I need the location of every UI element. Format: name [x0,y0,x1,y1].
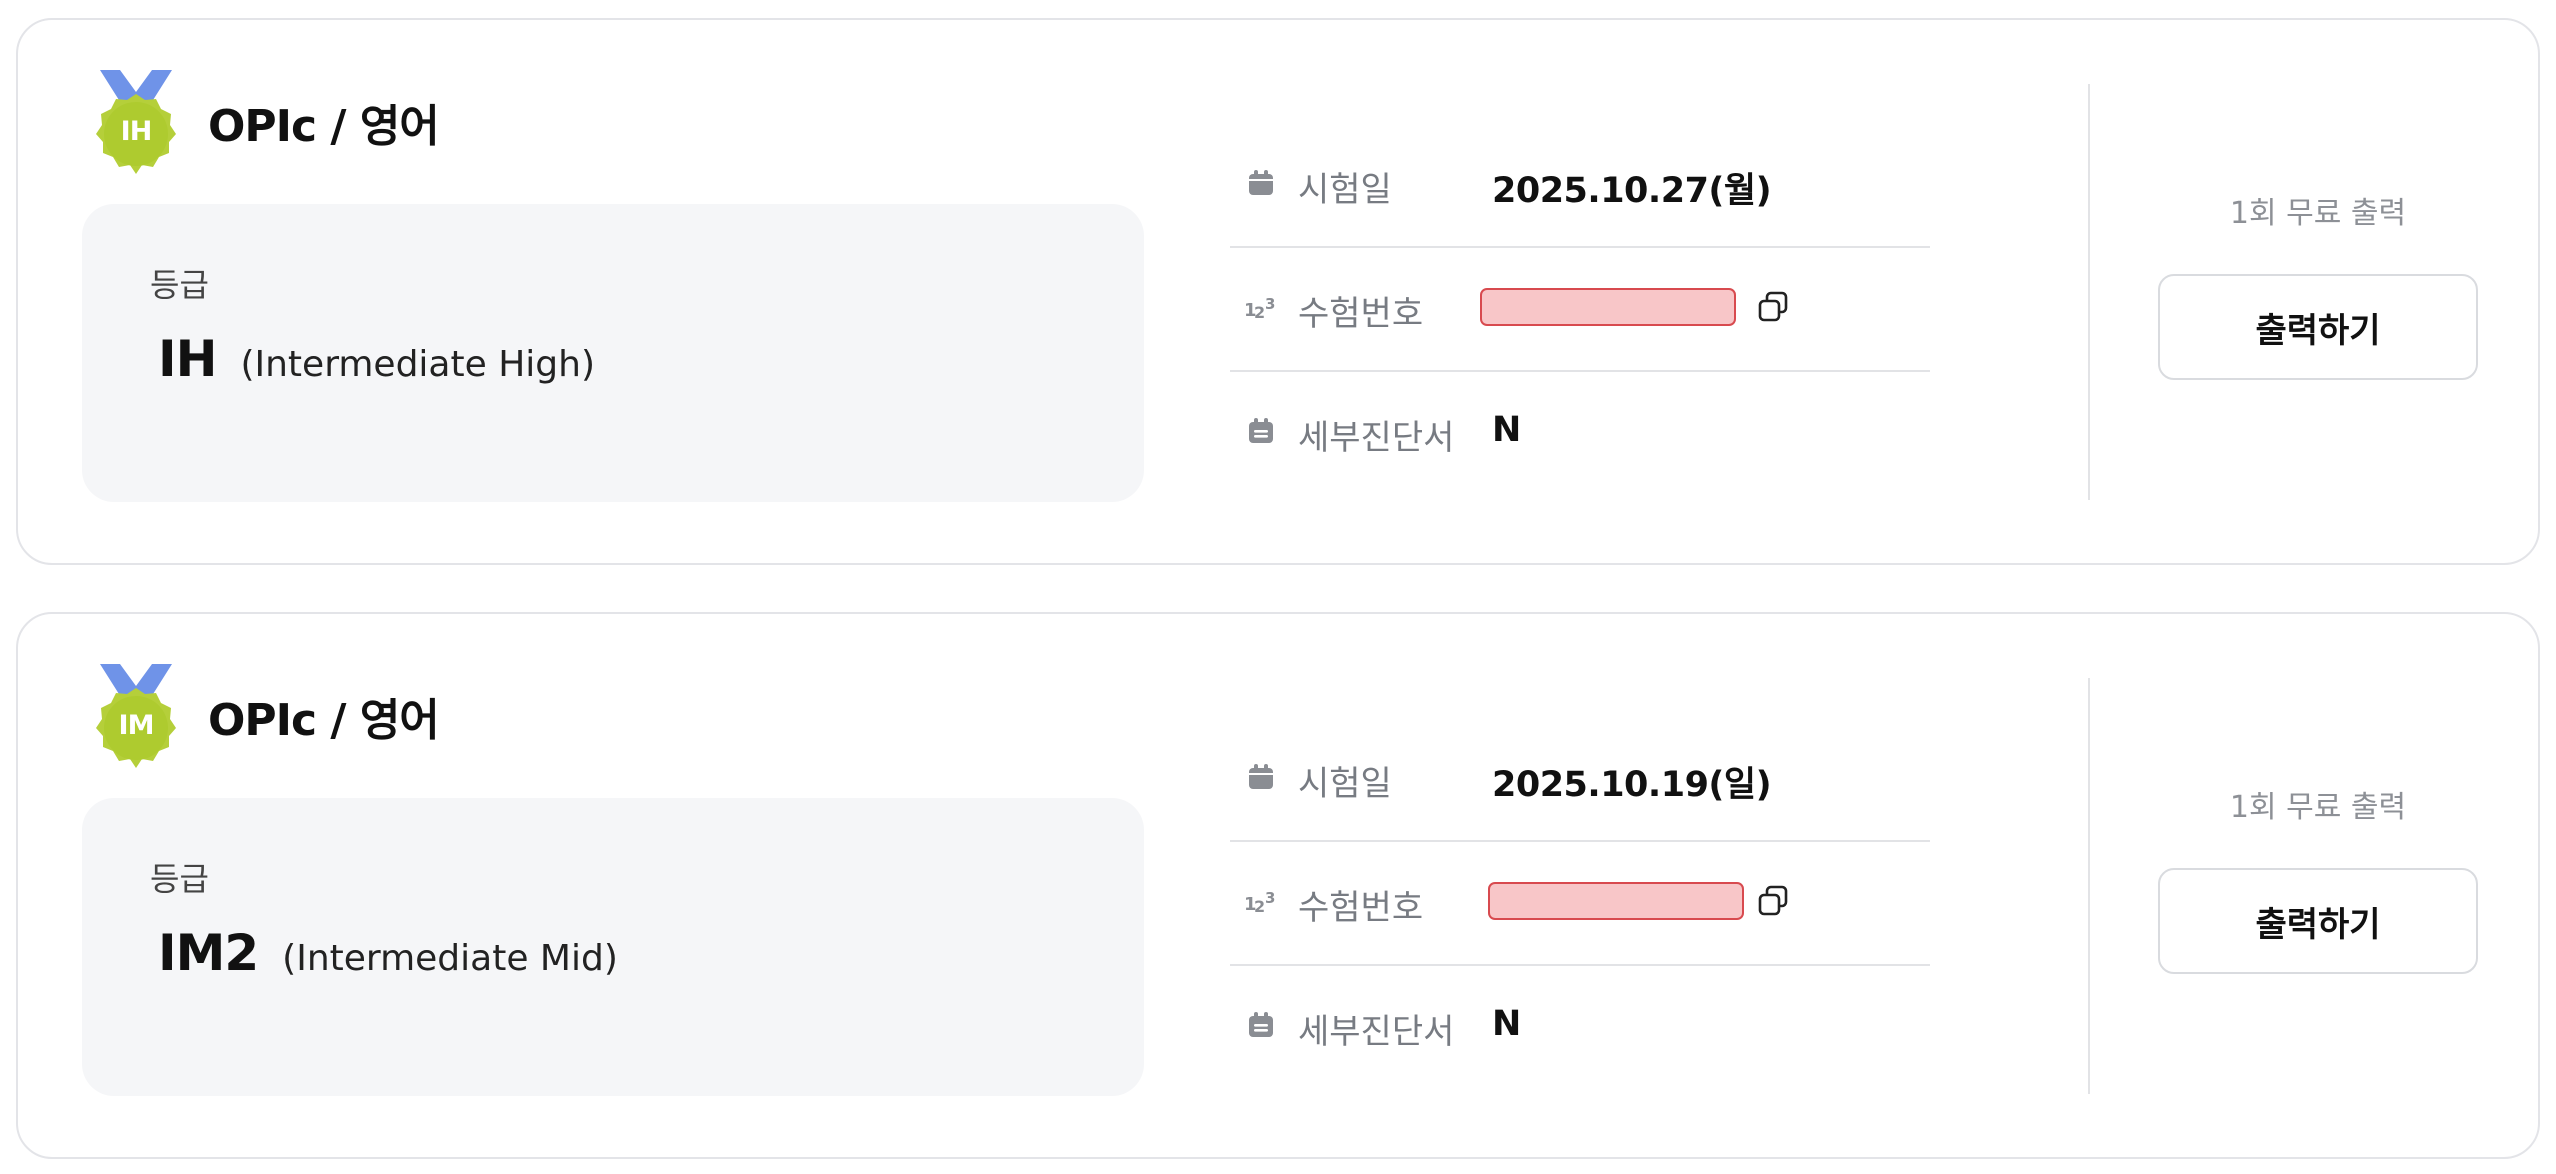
detail-report-row: 세부진단서 N [1230,372,1930,496]
test-date-label: 시험일 [1298,764,1392,804]
test-date-label: 시험일 [1298,170,1392,210]
test-date-value: 2025.10.27(월) [1492,171,1772,211]
exam-number-redacted [1488,882,1744,920]
calendar-icon [1244,760,1278,794]
detail-report-value: N [1492,1004,1521,1044]
svg-text:3: 3 [1265,295,1275,313]
grade-badge-text: IM [118,710,155,741]
detail-report-row: 세부진단서 N [1230,966,1930,1090]
grade-value: IH (Intermediate High) [158,330,595,388]
exam-number-row: 123 수험번호 [1230,842,1930,966]
grade-value: IM2 (Intermediate Mid) [158,924,618,982]
certificate-card: IH OPIc / 영어 등급 IH (Intermediate High) 시… [16,18,2540,565]
exam-number-label: 수험번호 [1298,888,1424,928]
calendar-note-icon [1244,414,1278,448]
grade-code: IM2 [158,924,259,982]
test-date-value: 2025.10.19(일) [1492,765,1772,805]
print-button[interactable]: 출력하기 [2158,868,2478,974]
exam-info-list: 시험일 2025.10.19(일) 123 수험번호 세부진단서 N [1230,718,1930,1090]
medal-icon: IH [88,70,184,184]
svg-text:2: 2 [1254,897,1265,916]
free-print-note: 1회 무료 출력 [2229,196,2407,231]
detail-report-value: N [1492,410,1521,450]
print-button[interactable]: 출력하기 [2158,274,2478,380]
test-date-row: 시험일 2025.10.19(일) [1230,718,1930,842]
copy-icon[interactable] [1754,882,1792,920]
grade-description: (Intermediate Mid) [282,938,618,979]
grade-description: (Intermediate High) [240,344,595,385]
grade-label: 등급 [150,860,209,898]
svg-text:3: 3 [1265,889,1275,907]
grade-badge-text: IH [120,116,153,147]
detail-report-label: 세부진단서 [1298,1012,1455,1052]
test-date-row: 시험일 2025.10.27(월) [1230,124,1930,248]
certificate-list: IH OPIc / 영어 등급 IH (Intermediate High) 시… [0,0,2556,1174]
exam-number-redacted [1480,288,1736,326]
exam-number-label: 수험번호 [1298,294,1424,334]
grade-code: IH [158,330,217,388]
detail-report-label: 세부진단서 [1298,418,1455,458]
numbers-123-icon: 123 [1244,884,1278,918]
vertical-divider [2088,678,2090,1094]
vertical-divider [2088,84,2090,500]
grade-box: 등급 IM2 (Intermediate Mid) [82,798,1144,1096]
calendar-icon [1244,166,1278,200]
numbers-123-icon: 123 [1244,290,1278,324]
calendar-note-icon [1244,1008,1278,1042]
exam-number-row: 123 수험번호 [1230,248,1930,372]
exam-title: OPIc / 영어 [208,695,440,746]
svg-text:2: 2 [1254,303,1265,322]
copy-icon[interactable] [1754,288,1792,326]
medal-icon: IM [88,664,184,778]
exam-title: OPIc / 영어 [208,101,440,152]
exam-info-list: 시험일 2025.10.27(월) 123 수험번호 세부진단서 N [1230,124,1930,496]
grade-box: 등급 IH (Intermediate High) [82,204,1144,502]
grade-label: 등급 [150,266,209,304]
certificate-card: IM OPIc / 영어 등급 IM2 (Intermediate Mid) 시… [16,612,2540,1159]
free-print-note: 1회 무료 출력 [2229,790,2407,825]
